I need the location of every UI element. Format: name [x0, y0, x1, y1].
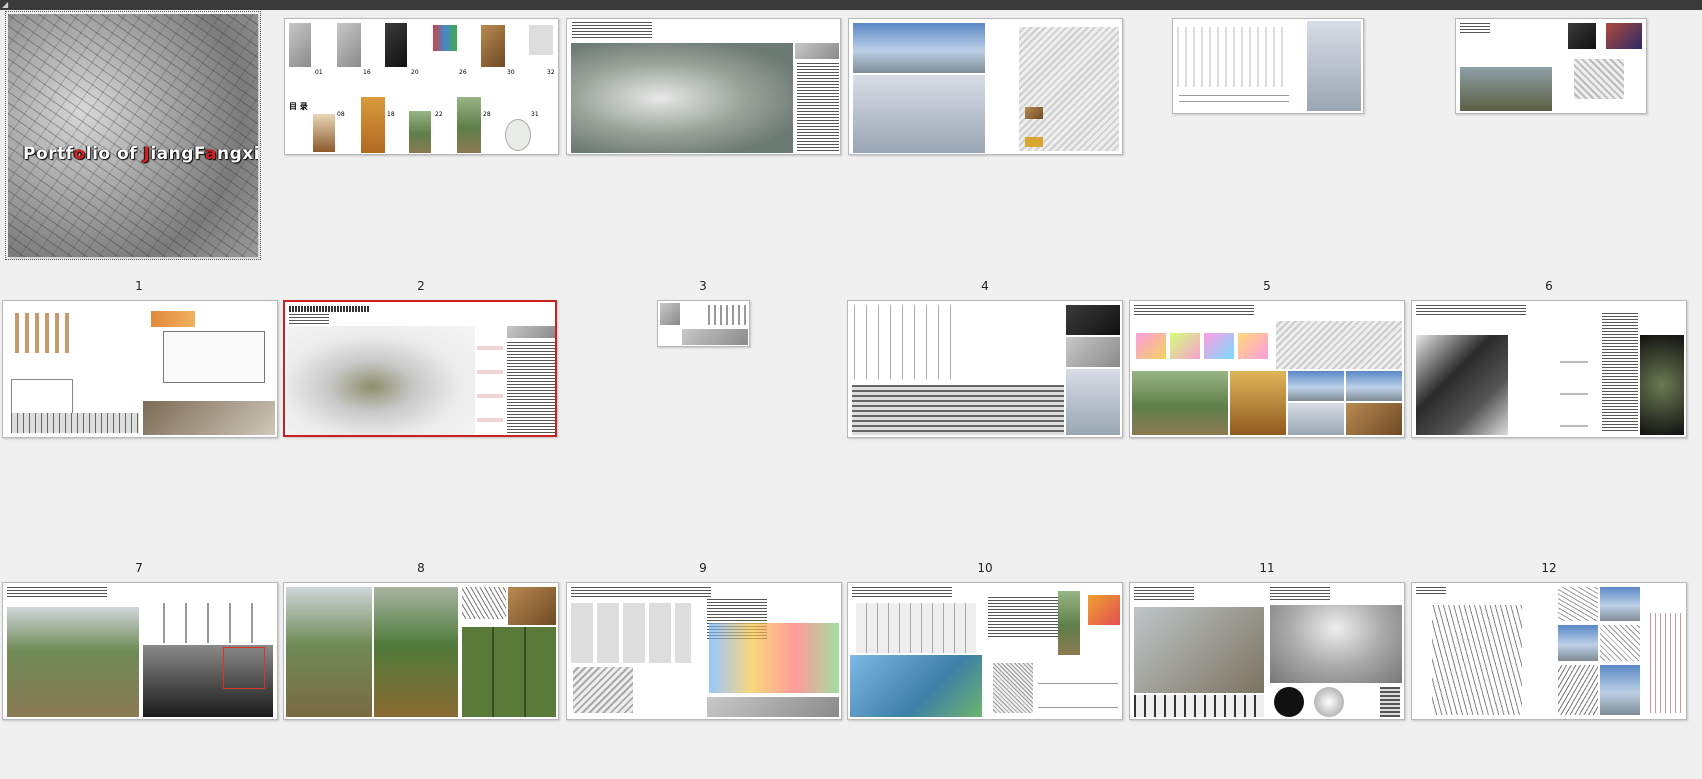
page-thumbnail-1[interactable]: [2, 300, 278, 438]
page-thumbnail-12[interactable]: [1411, 582, 1687, 720]
page-thumbnail-5[interactable]: [1129, 300, 1405, 438]
contents-number: 31: [531, 111, 539, 118]
contents-number: 30: [507, 69, 515, 76]
page-thumbnail-9[interactable]: [566, 582, 842, 720]
page-thumbnail-small-pavilion[interactable]: [1455, 18, 1647, 114]
page-number-label: 1: [135, 279, 143, 293]
page-thumbnail-cover[interactable]: Portfolio of JiangFangxin: [5, 11, 261, 260]
contents-number: 26: [459, 69, 467, 76]
page-number-label: 4: [981, 279, 989, 293]
page-number-label: 6: [1545, 279, 1553, 293]
page-thumbnail-8[interactable]: [283, 582, 559, 720]
page-number-label: 10: [977, 561, 993, 575]
contents-number: 20: [411, 69, 419, 76]
page-thumbnail-contents[interactable]: 01 16 20 26 30 32 目 录 08 18 22 28 31: [284, 18, 559, 155]
page-thumbnail-7[interactable]: [2, 582, 278, 720]
contents-number: 16: [363, 69, 371, 76]
page-number-label: 7: [135, 561, 143, 575]
contents-number: 01: [315, 69, 323, 76]
contents-number: 22: [435, 111, 443, 118]
page-thumbnail-2[interactable]: [283, 300, 557, 437]
window-top-bar: ◢: [0, 0, 1702, 10]
page-thumbnail-6[interactable]: [1411, 300, 1687, 438]
contents-heading: 目 录: [289, 102, 308, 111]
page-number-label: 9: [699, 561, 707, 575]
page-number-label: 3: [699, 279, 707, 293]
cover-title: Portfolio of JiangFangxin: [23, 144, 258, 164]
page-number-label: 12: [1541, 561, 1557, 575]
contents-number: 28: [483, 111, 491, 118]
page-thumbnail-10[interactable]: [847, 582, 1123, 720]
contents-number: 08: [337, 111, 345, 118]
page-number-label: 8: [417, 561, 425, 575]
page-number-label: 11: [1259, 561, 1275, 575]
contents-number: 32: [547, 69, 555, 76]
corner-icon: ◢: [2, 0, 9, 9]
page-thumbnail-4[interactable]: [847, 300, 1123, 438]
page-thumbnail-station-aerial[interactable]: [566, 18, 841, 155]
page-thumbnail-small-plans[interactable]: [1172, 18, 1364, 114]
page-thumbnail-station-interior[interactable]: [848, 18, 1123, 155]
cover-rock-texture-image: [8, 14, 258, 257]
contents-number: 18: [387, 111, 395, 118]
page-number-label: 5: [1263, 279, 1271, 293]
page-thumbnail-3[interactable]: [657, 300, 750, 347]
page-thumbnail-11[interactable]: [1129, 582, 1405, 720]
page-number-label: 2: [417, 279, 425, 293]
